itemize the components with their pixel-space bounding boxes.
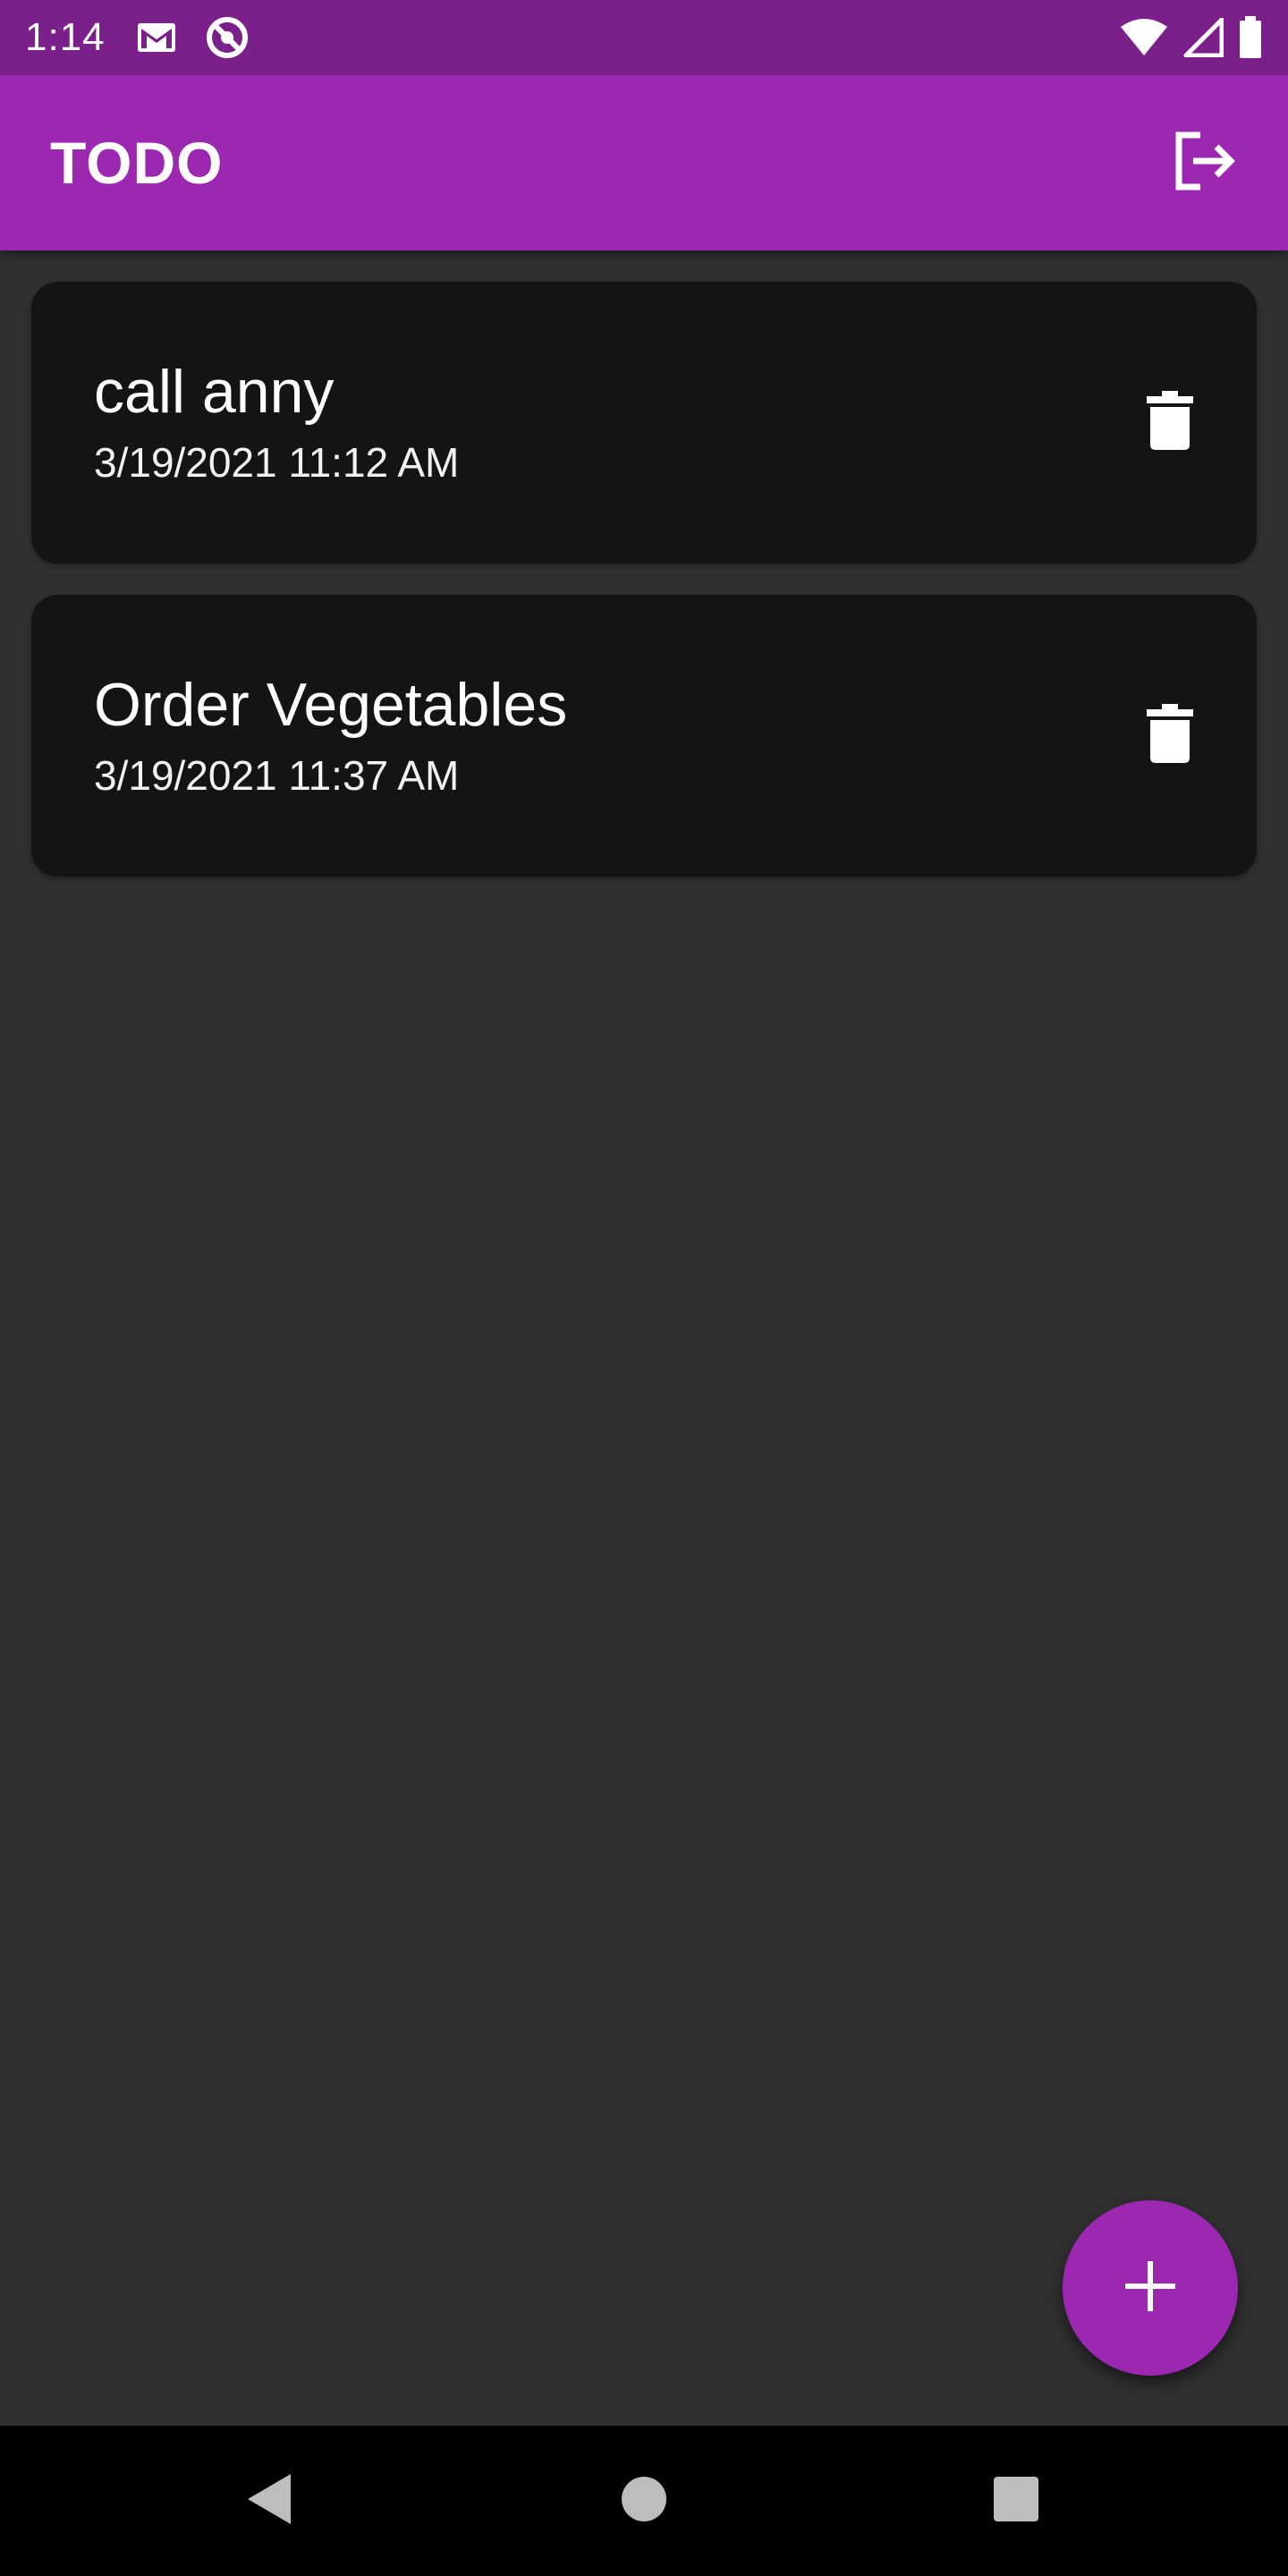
back-button[interactable]: [193, 2426, 343, 2576]
status-left: 1:14: [25, 14, 250, 61]
app-bar: TODO: [0, 75, 1288, 250]
todo-title: Order Vegetables: [94, 670, 568, 739]
battery-icon: [1238, 16, 1263, 59]
notification-icons: [136, 14, 250, 61]
logout-icon: [1172, 130, 1240, 197]
add-icon: [1123, 2259, 1177, 2318]
add-todo-button[interactable]: [1063, 2200, 1238, 2376]
system-icons: [1120, 16, 1263, 59]
todo-list: call anny 3/19/2021 11:12 AM Order Veget…: [31, 282, 1257, 908]
todo-date: 3/19/2021 11:37 AM: [94, 751, 460, 799]
todo-date: 3/19/2021 11:12 AM: [94, 438, 460, 486]
delete-button[interactable]: [1130, 383, 1210, 463]
logout-button[interactable]: [1163, 120, 1249, 206]
todo-item[interactable]: call anny 3/19/2021 11:12 AM: [31, 282, 1257, 564]
back-icon: [244, 2472, 292, 2530]
gmail-icon: [136, 21, 177, 54]
todo-text: Order Vegetables 3/19/2021 11:37 AM: [94, 670, 568, 799]
delete-icon: [1147, 391, 1193, 454]
system-nav-bar: [0, 2426, 1288, 2576]
recents-icon: [992, 2475, 1040, 2528]
todo-title: call anny: [94, 357, 335, 426]
home-button[interactable]: [569, 2426, 719, 2576]
delete-icon: [1147, 704, 1193, 767]
recents-button[interactable]: [941, 2426, 1091, 2576]
signal-icon: [1182, 18, 1224, 57]
assistant-icon: [204, 14, 250, 61]
todo-item[interactable]: Order Vegetables 3/19/2021 11:37 AM: [31, 595, 1257, 877]
status-bar: 1:14: [0, 0, 1288, 75]
delete-button[interactable]: [1130, 696, 1210, 776]
status-time: 1:14: [25, 15, 106, 59]
home-icon: [620, 2475, 668, 2528]
todo-text: call anny 3/19/2021 11:12 AM: [94, 360, 459, 486]
app-screen: 1:14 TODO call anny 3/19/2021 11:12 AM O…: [0, 0, 1288, 2576]
wifi-icon: [1120, 18, 1168, 57]
page-title: TODO: [50, 130, 224, 196]
